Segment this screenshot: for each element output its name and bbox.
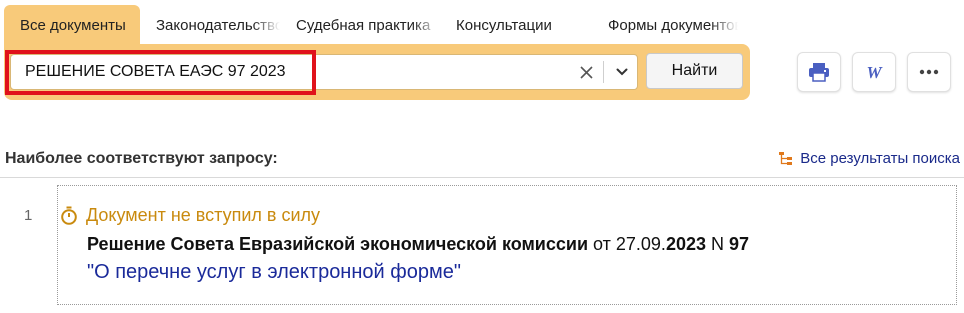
tab-label: Судебная практика <box>296 17 431 34</box>
word-export-button[interactable]: W <box>852 52 896 92</box>
document-title: Решение Совета Евразийской экономической… <box>87 234 589 254</box>
document-number-prefix: N <box>705 234 729 254</box>
search-panel: Найти <box>4 44 750 100</box>
document-year: 2023 <box>665 234 706 254</box>
search-box <box>10 54 638 90</box>
search-tabs: Все документы Законодательство Судебная … <box>4 5 738 45</box>
result-item[interactable]: Документ не вступил в силу Решение Совет… <box>57 185 957 305</box>
tab-label: Все документы <box>20 17 126 34</box>
clear-search-button[interactable] <box>571 57 601 87</box>
tab-document-forms[interactable]: Формы документов <box>592 5 738 45</box>
print-icon <box>809 63 829 82</box>
search-divider <box>603 61 604 83</box>
results-heading: Наиболее соответствуют запросу: <box>5 150 278 167</box>
word-export-icon: W <box>866 64 883 80</box>
search-input[interactable] <box>25 55 565 89</box>
tab-consultations[interactable]: Консультации <box>440 5 592 45</box>
tab-all-documents[interactable]: Все документы <box>4 5 140 45</box>
more-icon <box>919 69 939 75</box>
more-button[interactable] <box>907 52 951 92</box>
tab-label: Консультации <box>456 17 552 34</box>
tab-legislation[interactable]: Законодательство <box>140 5 280 45</box>
tab-label: Законодательство <box>156 17 280 34</box>
result-number: 1 <box>24 207 33 224</box>
document-number: 97 <box>729 234 750 254</box>
chevron-down-icon <box>616 68 628 76</box>
tab-court-practice[interactable]: Судебная практика <box>280 5 440 45</box>
svg-text:W: W <box>866 64 883 80</box>
tree-icon <box>779 152 793 165</box>
find-button[interactable]: Найти <box>646 53 743 89</box>
document-title-line: Решение Совета Евразийской экономической… <box>87 234 749 255</box>
print-button[interactable] <box>797 52 841 92</box>
search-history-dropdown[interactable] <box>607 57 637 87</box>
all-results-link[interactable]: Все результаты поиска <box>778 150 960 167</box>
document-name-link[interactable]: "О перечне услуг в электронной форме" <box>87 261 461 284</box>
close-icon <box>579 65 593 79</box>
tab-label: Формы документов <box>608 17 738 34</box>
document-date-prefix: от 27.09. <box>588 234 666 254</box>
section-divider <box>0 177 964 178</box>
stopwatch-icon <box>61 206 77 225</box>
all-results-label: Все результаты поиска <box>800 150 960 167</box>
status-text: Документ не вступил в силу <box>86 205 321 225</box>
document-status: Документ не вступил в силу <box>60 205 320 226</box>
